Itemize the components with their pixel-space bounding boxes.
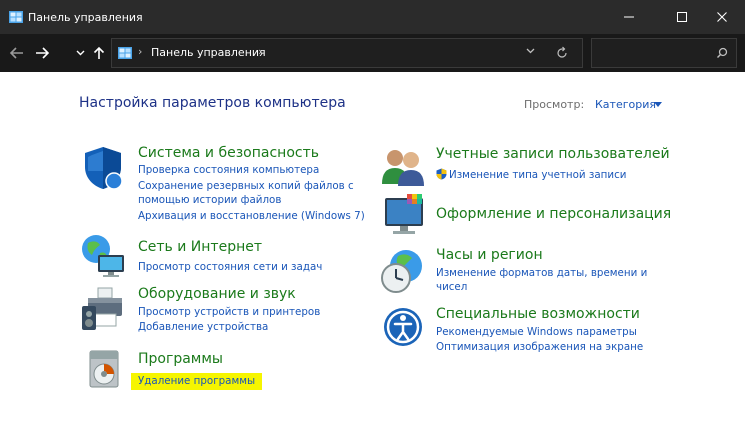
- recent-locations-button[interactable]: [74, 44, 86, 62]
- page-heading: Настройка параметров компьютера: [79, 95, 346, 111]
- link-change-account-type[interactable]: Изменение типа учетной записи: [449, 168, 626, 182]
- window-title: Панель управления: [28, 11, 143, 24]
- minimize-icon: [624, 16, 634, 18]
- refresh-icon[interactable]: [556, 46, 568, 59]
- category-title-programs[interactable]: Программы: [138, 351, 223, 367]
- control-panel-app-icon: [9, 11, 23, 23]
- printer-speaker-icon[interactable]: [80, 286, 130, 332]
- forward-button[interactable]: [31, 44, 53, 62]
- link-change-date-time-formats-line2[interactable]: чисел: [436, 280, 467, 294]
- search-icon: [717, 47, 728, 58]
- chevron-down-icon: [76, 50, 84, 56]
- category-title-ease-of-access[interactable]: Специальные возможности: [436, 306, 640, 322]
- link-view-devices-printers[interactable]: Просмотр устройств и принтеров: [138, 305, 320, 319]
- navigation-bar: › Панель управления ›: [0, 34, 745, 72]
- address-dropdown-icon[interactable]: [526, 48, 535, 54]
- view-by-dropdown[interactable]: Категория: [595, 98, 656, 111]
- clock-globe-icon[interactable]: [380, 248, 426, 294]
- accessibility-icon[interactable]: [382, 306, 424, 348]
- users-icon[interactable]: [380, 146, 426, 186]
- forward-arrow-icon: [36, 47, 50, 59]
- link-uninstall-program[interactable]: Удаление программы: [138, 374, 255, 388]
- uac-shield-icon: [436, 168, 447, 180]
- close-button[interactable]: [699, 0, 745, 34]
- link-file-history-backup-line2[interactable]: помощью истории файлов: [138, 193, 281, 207]
- category-title-network-internet[interactable]: Сеть и Интернет: [138, 239, 262, 255]
- minimize-button[interactable]: [606, 0, 652, 34]
- category-title-appearance-personalization[interactable]: Оформление и персонализация: [436, 206, 671, 222]
- category-title-clock-region[interactable]: Часы и регион: [436, 247, 543, 263]
- network-globe-icon[interactable]: [80, 233, 128, 279]
- up-arrow-icon: [93, 46, 105, 59]
- title-bar: Панель управления: [0, 0, 745, 34]
- control-panel-window: Панель управления › Панель управления › …: [0, 0, 745, 443]
- link-optimize-visual-display[interactable]: Оптимизация изображения на экране: [436, 340, 643, 354]
- category-title-hardware-sound[interactable]: Оборудование и звук: [138, 286, 296, 302]
- maximize-icon: [677, 12, 687, 22]
- monitor-palette-icon[interactable]: [381, 192, 429, 238]
- programs-disc-icon[interactable]: [86, 349, 122, 389]
- category-title-system-security[interactable]: Система и безопасность: [138, 145, 319, 161]
- link-file-history-backup[interactable]: Сохранение резервных копий файлов с: [138, 179, 354, 193]
- view-by-label: Просмотр:: [524, 98, 585, 111]
- view-by-caret-icon[interactable]: [654, 102, 662, 107]
- back-arrow-icon: [9, 47, 23, 59]
- link-change-date-time-formats[interactable]: Изменение форматов даты, времени и: [436, 266, 647, 280]
- close-icon: [717, 12, 727, 22]
- link-add-device[interactable]: Добавление устройства: [138, 320, 268, 334]
- breadcrumb-separator[interactable]: ›: [258, 45, 262, 58]
- link-check-computer-status[interactable]: Проверка состояния компьютера: [138, 163, 319, 177]
- breadcrumb-control-panel[interactable]: Панель управления: [151, 46, 266, 59]
- breadcrumb-separator[interactable]: ›: [138, 45, 142, 58]
- control-panel-breadcrumb-icon: [118, 47, 132, 59]
- link-network-status[interactable]: Просмотр состояния сети и задач: [138, 260, 322, 274]
- back-button[interactable]: [6, 44, 28, 62]
- up-button[interactable]: [92, 44, 106, 62]
- search-box[interactable]: [591, 38, 737, 68]
- category-title-user-accounts[interactable]: Учетные записи пользователей: [436, 146, 670, 162]
- shield-icon[interactable]: [80, 145, 126, 191]
- address-bar[interactable]: › Панель управления ›: [111, 38, 583, 68]
- link-backup-restore-win7[interactable]: Архивация и восстановление (Windows 7): [138, 209, 365, 223]
- link-recommended-windows-settings[interactable]: Рекомендуемые Windows параметры: [436, 325, 637, 339]
